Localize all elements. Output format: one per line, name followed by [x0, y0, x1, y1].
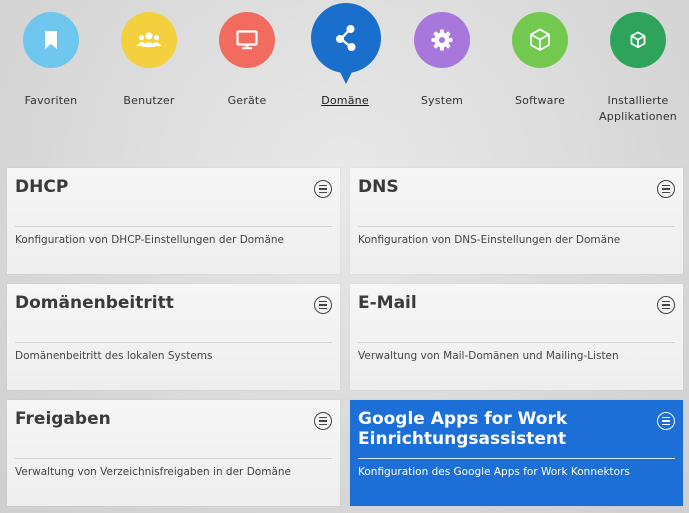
module-tile-google-apps[interactable]: Google Apps for Work Einrichtungsassiste… — [350, 400, 683, 506]
tile-title: Google Apps for Work Einrichtungsassiste… — [358, 409, 568, 449]
tile-menu-icon[interactable] — [314, 412, 332, 430]
tile-menu-icon[interactable] — [314, 296, 332, 314]
tile-divider — [358, 226, 675, 227]
category-label: Favoriten — [24, 94, 78, 107]
tile-description: Verwaltung von Verzeichnisfreigaben in d… — [15, 466, 291, 478]
monitor-icon — [219, 12, 275, 68]
tile-divider — [15, 226, 332, 227]
tile-menu-icon[interactable] — [657, 412, 675, 430]
category-label: Software — [514, 94, 566, 107]
tile-title: Freigaben — [15, 409, 111, 429]
tile-menu-icon[interactable] — [657, 180, 675, 198]
module-tile-dhcp[interactable]: DHCP Konfiguration von DHCP-Einstellunge… — [7, 168, 340, 274]
tile-title: DNS — [358, 177, 399, 197]
package-icon — [610, 12, 666, 68]
tile-description: Verwaltung von Mail-Domänen und Mailing-… — [358, 350, 619, 362]
category-label: Installierte Applikationen — [599, 94, 677, 123]
module-tile-freigaben[interactable]: Freigaben Verwaltung von Verzeichnisfrei… — [7, 400, 340, 506]
network-icon — [311, 3, 381, 73]
tile-description: Konfiguration von DNS-Einstellungen der … — [358, 234, 621, 246]
category-label: Domäne — [321, 94, 369, 107]
module-tile-email[interactable]: E-Mail Verwaltung von Mail-Domänen und M… — [350, 284, 683, 390]
tile-divider — [358, 458, 675, 459]
category-label: Geräte — [227, 94, 267, 107]
tile-title: DHCP — [15, 177, 69, 197]
tile-description: Konfiguration von DHCP-Einstellungen der… — [15, 234, 284, 246]
tile-divider — [358, 342, 675, 343]
tile-description: Konfiguration des Google Apps for Work K… — [358, 466, 630, 478]
category-label: System — [420, 94, 464, 107]
tile-description: Domänenbeitritt des lokalen Systems — [15, 350, 213, 362]
bookmark-icon — [23, 12, 79, 68]
tile-title: Domänenbeitritt — [15, 293, 174, 313]
module-tile-dns[interactable]: DNS Konfiguration von DNS-Einstellungen … — [350, 168, 683, 274]
users-icon — [121, 12, 177, 68]
module-tile-domaenenbeitritt[interactable]: Domänenbeitritt Domänenbeitritt des loka… — [7, 284, 340, 390]
tile-title: E-Mail — [358, 293, 417, 313]
tile-menu-icon[interactable] — [314, 180, 332, 198]
package-icon — [512, 12, 568, 68]
gear-icon — [414, 12, 470, 68]
category-label: Benutzer — [123, 94, 175, 107]
tile-menu-icon[interactable] — [657, 296, 675, 314]
category-nav: Favoriten Benutzer Geräte Domäne System … — [0, 0, 689, 140]
tile-divider — [15, 458, 332, 459]
tile-divider — [15, 342, 332, 343]
